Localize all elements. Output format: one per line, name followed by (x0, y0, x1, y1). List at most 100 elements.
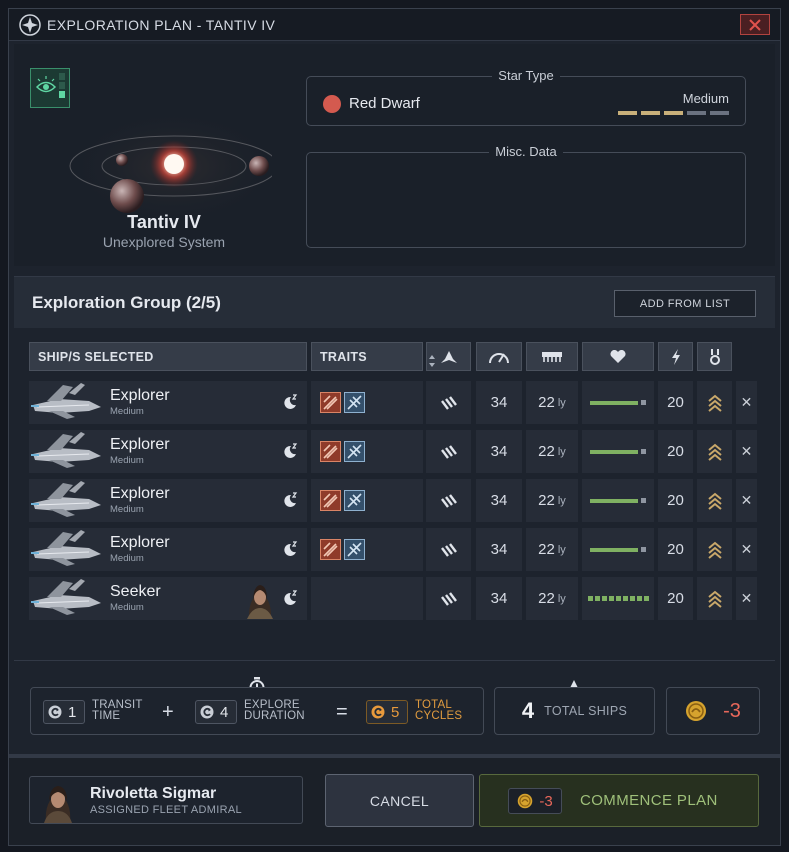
plus-sign: + (162, 701, 174, 723)
window-title: EXPLORATION PLAN - TANTIV IV (47, 16, 276, 33)
header-health[interactable] (582, 342, 654, 371)
total-cycles-value: 5 (366, 700, 408, 724)
trait-weapon-icon (320, 539, 341, 560)
transit-time-label: TRANSIT TIME (92, 699, 143, 722)
total-cycles-label: TOTAL CYCLES (415, 699, 463, 722)
commence-plan-label: COMMENCE PLAN (580, 792, 718, 809)
fleet-role-cell (426, 381, 471, 424)
range-unit: ly (557, 445, 566, 458)
table-row[interactable]: Explorer Medium (29, 381, 307, 424)
cycle-icon (371, 705, 385, 719)
range-cell: 22 ly (526, 430, 578, 473)
speed-value: 34 (490, 443, 508, 460)
header-speed[interactable] (476, 342, 522, 371)
fleet-role-cell (426, 528, 471, 571)
remove-ship-button[interactable]: ✕ (736, 577, 757, 620)
range-unit: ly (557, 494, 566, 507)
range-value: 22 (538, 443, 555, 460)
ship-image (31, 530, 101, 566)
header-traits[interactable]: TRAITS (311, 342, 423, 371)
cancel-button[interactable]: CANCEL (325, 774, 474, 827)
range-cell: 22 ly (526, 528, 578, 571)
rank-chevrons-icon (707, 394, 722, 412)
assigned-admiral[interactable]: Rivoletta Sigmar ASSIGNED FLEET ADMIRAL (29, 776, 303, 824)
speed-cell: 34 (476, 430, 522, 473)
speed-cell: 34 (476, 528, 522, 571)
range-icon (542, 351, 562, 362)
credits-cost-value: -3 (723, 699, 741, 722)
sort-arrows-icon (429, 355, 435, 367)
remove-ship-button[interactable]: ✕ (736, 381, 757, 424)
traits-cell (311, 528, 423, 571)
traits-cell (311, 479, 423, 522)
health-bar (590, 498, 646, 503)
system-panel: Tantiv IV Unexplored System Star Type Re… (14, 44, 775, 266)
fleet-role-icon (440, 444, 457, 459)
power-cell: 20 (658, 479, 693, 522)
ship-class: Medium (110, 406, 144, 417)
table-row[interactable]: Explorer Medium (29, 430, 307, 473)
speed-value: 34 (490, 492, 508, 509)
fleet-role-cell (426, 430, 471, 473)
trait-scanner-icon (344, 539, 365, 560)
close-button[interactable] (740, 14, 770, 35)
table-row[interactable]: Explorer Medium (29, 479, 307, 522)
traits-cell (311, 430, 423, 473)
admiral-name: Rivoletta Sigmar (90, 785, 217, 802)
cycles-calculation: 1 TRANSIT TIME + 4 EXPLORE DURATION = 5 TO… (30, 687, 484, 735)
header-power[interactable] (658, 342, 693, 371)
remove-ship-button[interactable]: ✕ (736, 528, 757, 571)
transit-time-value: 1 (43, 700, 85, 724)
range-cell: 22 ly (526, 381, 578, 424)
fleet-role-icon (440, 542, 457, 557)
header-ships-selected[interactable]: SHIP/S SELECTED (29, 342, 307, 371)
speed-value: 34 (490, 541, 508, 558)
traits-cell (311, 577, 423, 620)
exploration-group-header: Exploration Group (2/5) ADD FROM LIST (14, 276, 775, 328)
rank-chevrons-icon (707, 541, 722, 559)
size-bar-segment (710, 111, 729, 115)
range-unit: ly (557, 592, 566, 605)
total-ships-box: 4 TOTAL SHIPS (494, 687, 655, 735)
ship-class: Medium (110, 553, 144, 564)
health-cell (582, 381, 654, 424)
explore-duration-label: EXPLORE DURATION (244, 699, 305, 722)
ship-image (31, 579, 101, 615)
size-bar-segment (664, 111, 683, 115)
health-cell (582, 430, 654, 473)
commence-plan-button[interactable]: -3 COMMENCE PLAN (479, 774, 759, 827)
equals-sign: = (336, 701, 348, 723)
rank-cell (697, 479, 732, 522)
traits-cell (311, 381, 423, 424)
exploration-plan-window: EXPLORATION PLAN - TANTIV IV Tantiv IV U… (8, 8, 781, 846)
header-range[interactable] (526, 342, 578, 371)
add-from-list-button[interactable]: ADD FROM LIST (614, 290, 756, 317)
star-type-legend: Star Type (492, 68, 560, 83)
cycle-icon (200, 705, 214, 719)
rank-cell (697, 528, 732, 571)
remove-icon: ✕ (740, 541, 753, 557)
admiral-role: ASSIGNED FLEET ADMIRAL (90, 804, 242, 816)
close-icon (749, 18, 761, 31)
health-bar (590, 449, 646, 454)
commence-cost: -3 (508, 788, 562, 814)
table-row[interactable]: Explorer Medium (29, 528, 307, 571)
health-bar (590, 400, 646, 405)
remove-ship-button[interactable]: ✕ (736, 430, 757, 473)
ship-name: Explorer (110, 534, 170, 551)
ship-name: Explorer (110, 387, 170, 404)
remove-icon: ✕ (740, 492, 753, 508)
table-row[interactable]: Seeker Medium (29, 577, 307, 620)
title-bar: EXPLORATION PLAN - TANTIV IV (9, 9, 780, 41)
header-fleet[interactable] (426, 342, 471, 371)
total-ships-label: TOTAL SHIPS (544, 704, 628, 718)
ship-class: Medium (110, 504, 144, 515)
remove-icon: ✕ (740, 394, 753, 410)
fleet-role-cell (426, 577, 471, 620)
remove-ship-button[interactable]: ✕ (736, 479, 757, 522)
speed-cell: 34 (476, 479, 522, 522)
rank-cell (697, 430, 732, 473)
header-rank[interactable] (697, 342, 732, 371)
misc-data-legend: Misc. Data (489, 144, 563, 159)
total-ships-count: 4 (521, 698, 535, 723)
